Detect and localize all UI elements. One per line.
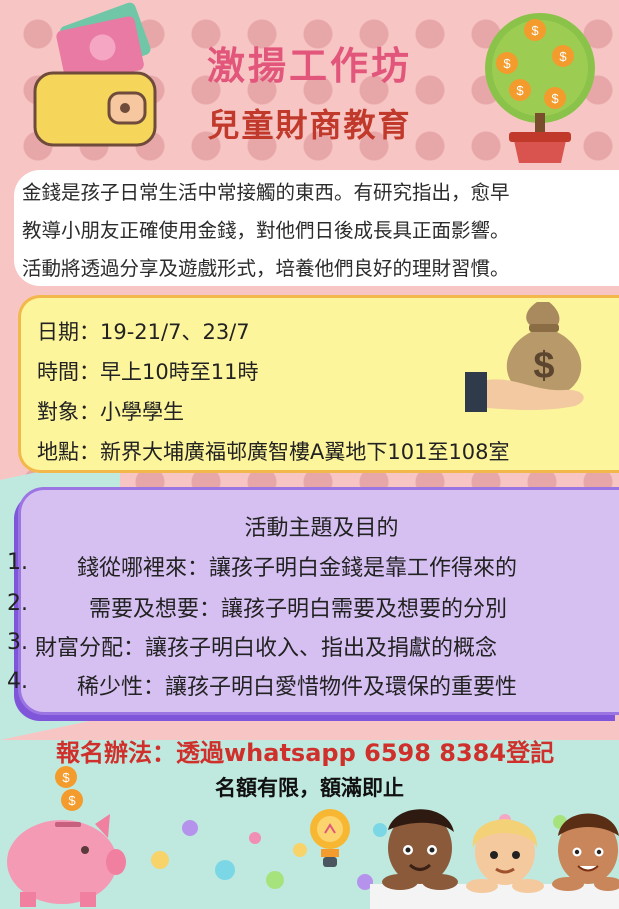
svg-text:$: $ <box>68 793 76 808</box>
light-bulb-icon <box>310 809 350 867</box>
topics-box: 活動主題及目的 1. 錢從哪裡來：讓孩子明白金錢是靠工作得來的 2. 需要及想要… <box>7 487 619 715</box>
intro-paragraph: 金錢是孩子日常生活中常接觸的東西。有研究指出，愈早 教導小朋友正確使用金錢，對他… <box>14 170 619 286</box>
venue-row: 地點：新界大埔廣福邨廣智樓A翼地下101至108室 <box>37 440 510 464</box>
intro-line: 金錢是孩子日常生活中常接觸的東西。有研究指出，愈早 <box>22 181 510 204</box>
topic-text: 稀少性：讓孩子明白愛惜物件及環保的重要性 <box>77 675 518 700</box>
children-icon <box>370 809 619 909</box>
topic-number: 2. <box>7 591 28 616</box>
topic-number: 3. <box>7 630 28 655</box>
page-title: 激揚工作坊 <box>206 44 412 88</box>
svg-text:$: $ <box>533 345 554 387</box>
topic-number: 4. <box>7 669 28 694</box>
topic-text: 錢從哪裡來：讓孩子明白金錢是靠工作得來的 <box>77 556 518 581</box>
topic-text: 需要及想要：讓孩子明白需要及想要的分別 <box>89 597 508 622</box>
intro-line: 活動將透過分享及遊戲形式，培養他們良好的理財習慣。 <box>22 257 510 280</box>
money-bag-hand-icon: $ <box>465 302 584 412</box>
page-subtitle: 兒童財商教育 <box>207 106 412 144</box>
topic-number: 1. <box>7 550 28 575</box>
svg-text:$: $ <box>62 770 70 785</box>
topic-text: 財富分配：讓孩子明白收入、指出及捐獻的概念 <box>35 636 498 661</box>
registration-info: 報名辦法：透過whatsapp 6598 8384登記 <box>56 739 555 767</box>
intro-line: 教導小朋友正確使用金錢，對他們日後成長具正面影響。 <box>22 219 510 242</box>
piggy-bank-icon: $ $ <box>7 766 126 907</box>
topics-heading: 活動主題及目的 <box>244 516 399 541</box>
